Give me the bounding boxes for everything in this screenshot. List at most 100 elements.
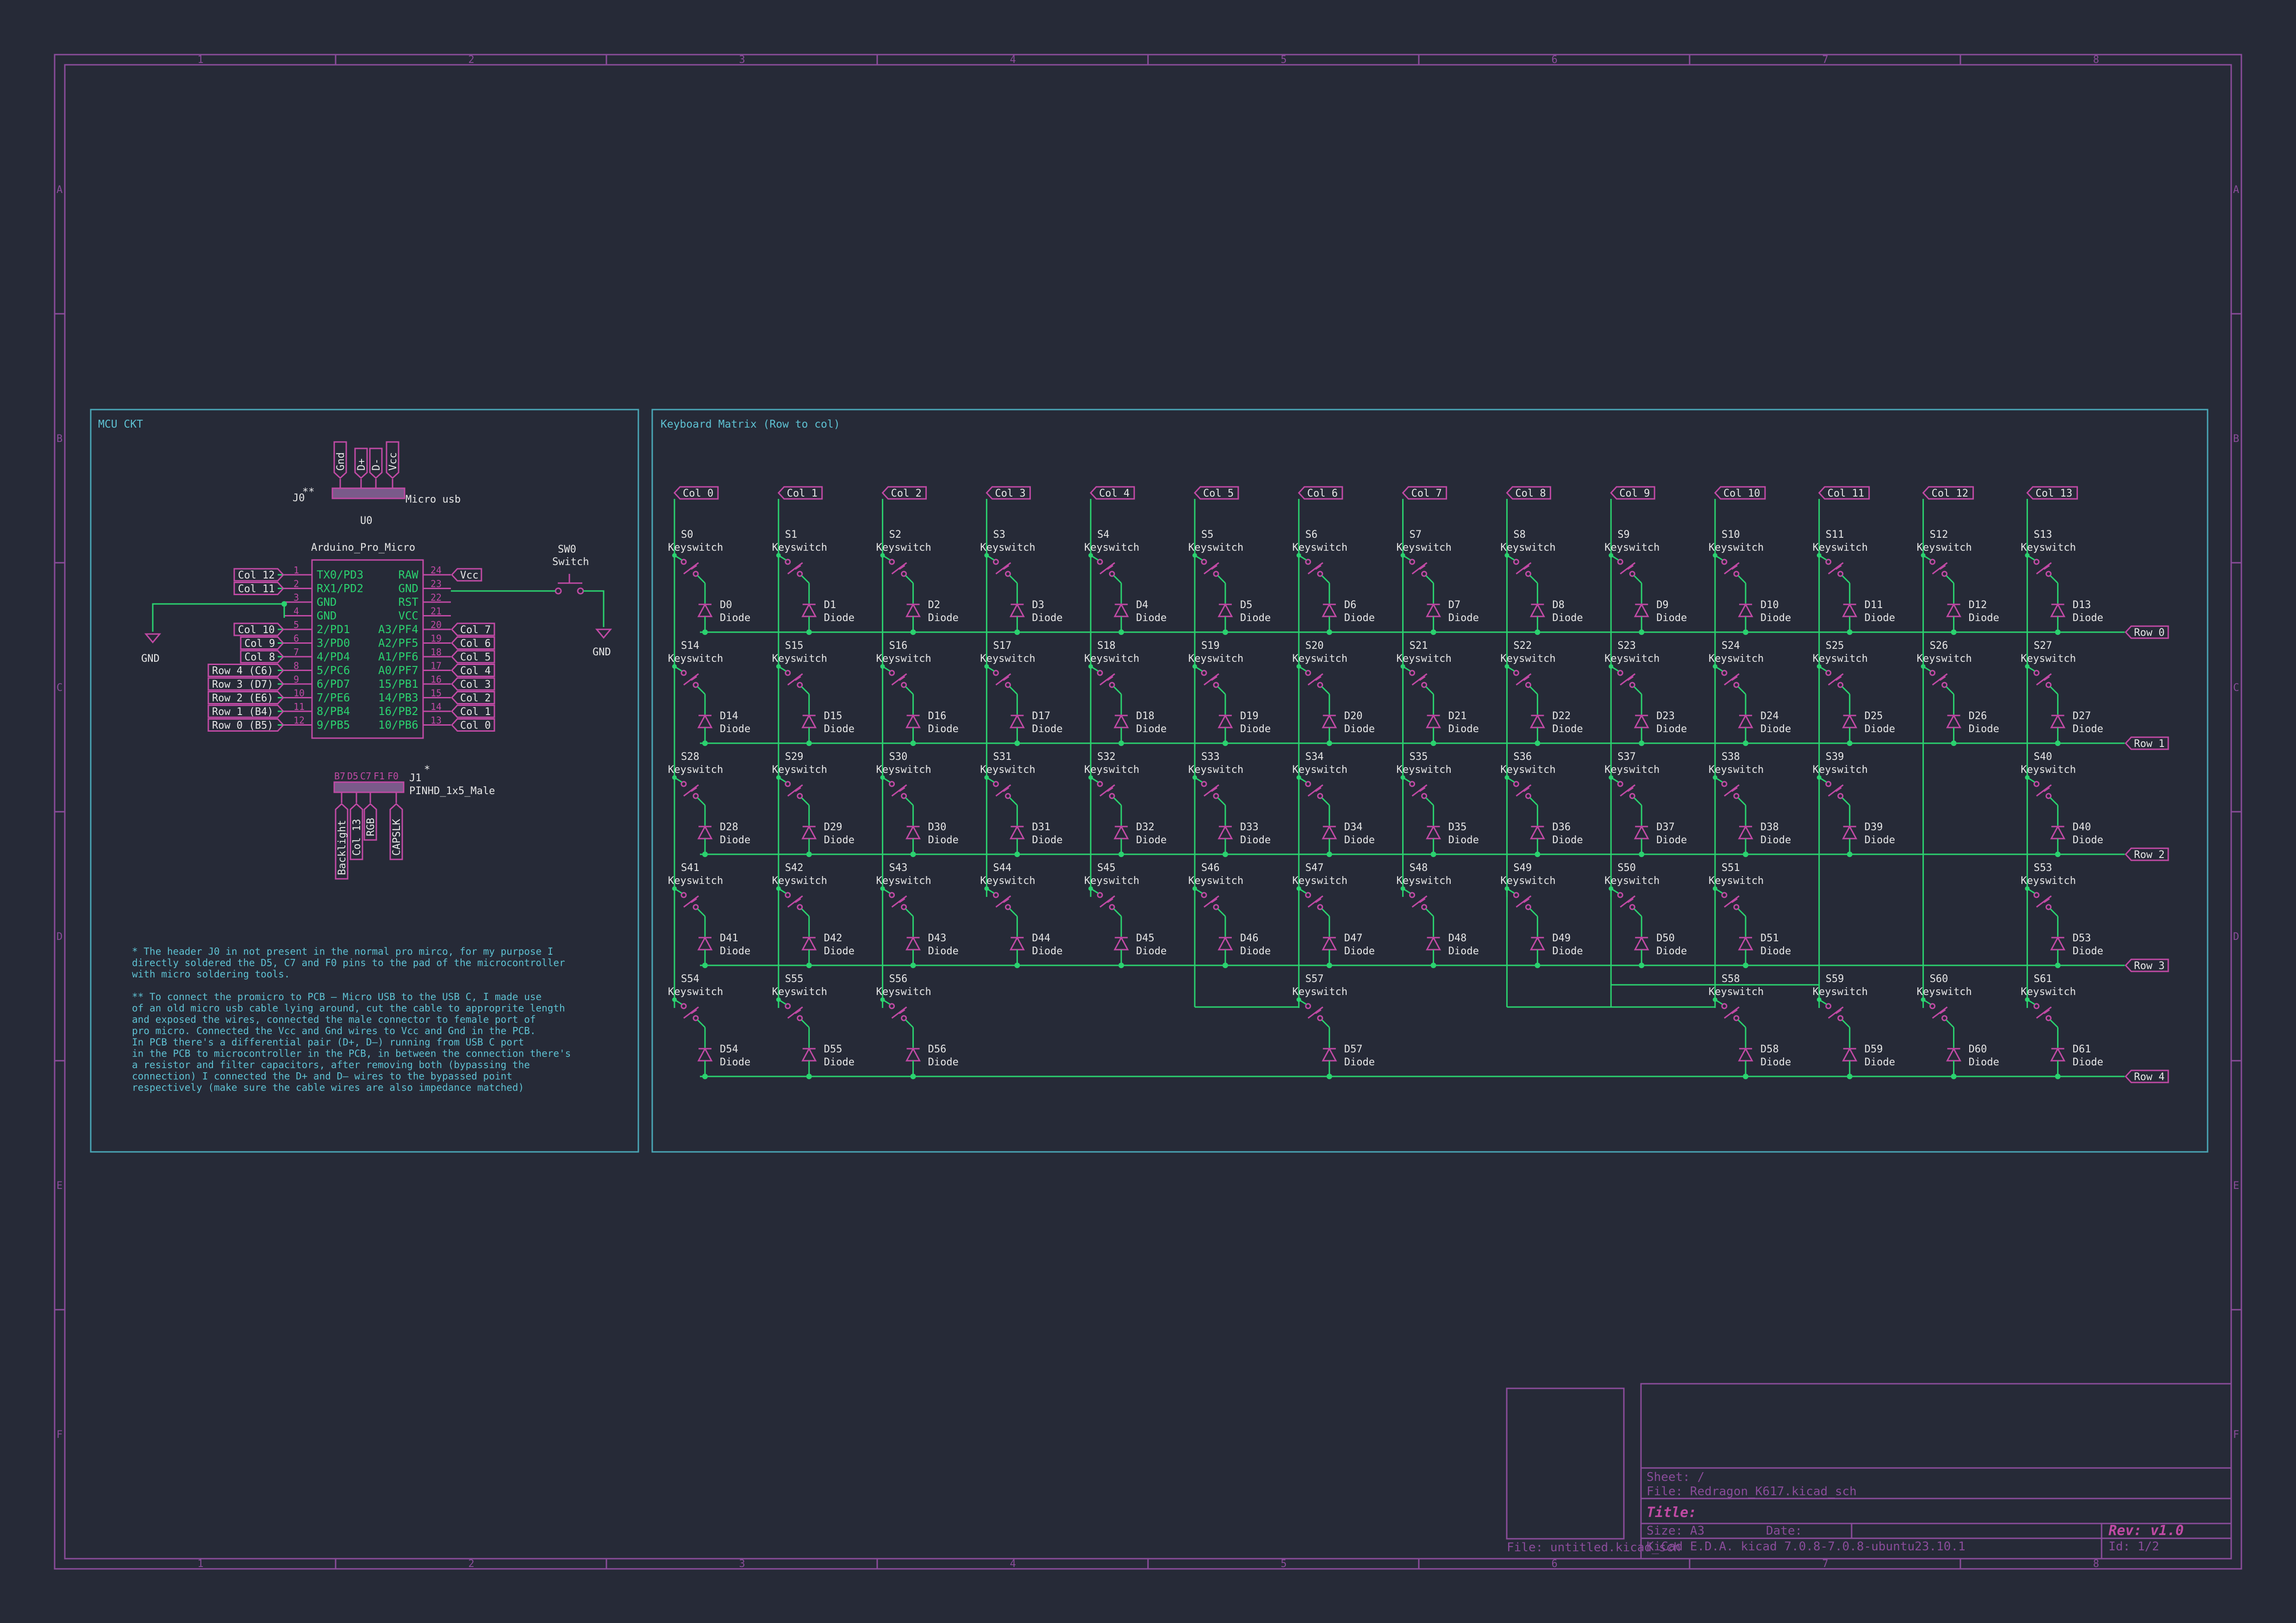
key-cell[interactable]: S53Keyswitch D53Diode [2021,862,2103,968]
key-cell[interactable]: S41Keyswitch D41Diode [668,862,750,968]
key-cell[interactable]: S36Keyswitch D36Diode [1500,751,1583,857]
key-cell[interactable]: S28Keyswitch D28Diode [668,751,750,857]
key-cell[interactable]: S61Keyswitch D61 Diode [2021,973,2103,1079]
switch-ref: S48 [1410,862,1428,874]
key-cell[interactable]: S16Keyswitch D16Diode [876,640,959,746]
key-cell[interactable]: S47Keyswitch D47Diode [1292,862,1375,968]
diode-symbol [1738,805,1753,857]
key-cell[interactable]: S27Keyswitch D27Diode [2021,640,2103,746]
key-cell[interactable]: S49Keyswitch D49Diode [1500,862,1583,968]
key-cell[interactable]: S35Keyswitch D35Diode [1397,751,1479,857]
key-cell[interactable]: S31Keyswitch D31Diode [980,751,1063,857]
j0-pin-label-text: D- [371,459,382,471]
diode-value: Diode [720,1057,750,1068]
key-cell[interactable]: S21Keyswitch D21Diode [1397,640,1479,746]
key-cell[interactable]: S57Keyswitch D57 Diode [1292,973,1375,1079]
diode-symbol [1529,916,1545,968]
key-cell[interactable]: S29Keyswitch D29Diode [772,751,855,857]
switch-ref: S18 [1097,640,1116,652]
key-cell[interactable]: S0Keyswitch D0Diode [668,529,750,635]
key-cell[interactable]: S44Keyswitch D44Diode [980,862,1063,968]
diode-symbol [801,805,817,857]
key-cell[interactable]: S22Keyswitch D22Diode [1500,640,1583,746]
u0-pin-name: A1/PF6 [378,650,418,663]
diode-value: Diode [2072,723,2103,735]
diode-value: Diode [1865,1057,1895,1068]
switch-value: Keyswitch [1084,653,1139,665]
key-cell[interactable]: S3Keyswitch D3Diode [980,529,1063,635]
key-cell[interactable]: S19Keyswitch D19Diode [1188,640,1271,746]
key-cell[interactable]: S58Keyswitch D58 Diode [1709,973,1791,1079]
u0-pin-name: 14/PB3 [378,691,418,704]
key-cell[interactable]: S10Keyswitch D10Diode [1709,529,1791,635]
switch-value: Keyswitch [772,653,827,665]
key-cell[interactable]: S12Keyswitch D12Diode [1917,529,1999,635]
sw0-switch[interactable]: SW0 Switch [552,544,589,595]
key-cell[interactable]: S43Keyswitch D43Diode [876,862,959,968]
diode-ref: D43 [928,933,947,944]
j1-ref: J1 [409,772,422,784]
key-cell[interactable]: S11Keyswitch D11Diode [1813,529,1895,635]
key-cell[interactable]: S51Keyswitch D51Diode [1709,862,1791,968]
key-cell[interactable]: S50Keyswitch D50Diode [1604,862,1687,968]
u0-pin-number: 9 [293,674,299,685]
keyswitch-symbol [1713,775,1747,806]
u0-arduino-pro-micro[interactable]: U0 Arduino_Pro_Micro 1 TX0/PD3Col 122 RX1/… [207,515,495,739]
diode-symbol [1322,1027,1337,1079]
key-cell[interactable]: S34Keyswitch D34Diode [1292,751,1375,857]
diode-symbol [1113,583,1129,635]
key-cell[interactable]: S13Keyswitch D13Diode [2021,529,2103,635]
key-cell[interactable]: S30Keyswitch D30Diode [876,751,959,857]
key-cell[interactable]: S48Keyswitch D48Diode [1397,862,1479,968]
key-cell[interactable]: S55Keyswitch D55 Diode [772,973,855,1079]
key-cell[interactable]: S18Keyswitch D18Diode [1084,640,1167,746]
key-cell[interactable]: S14Keyswitch D14Diode [668,640,750,746]
switch-value: Keyswitch [1709,875,1764,887]
j0-micro-usb-header[interactable]: Gnd D+ D- Vcc J0 ** Micro usb [293,441,461,505]
key-cell[interactable]: S32Keyswitch D32Diode [1084,751,1167,857]
net-label: Col 3 [450,677,495,691]
key-cell[interactable]: S25Keyswitch D25Diode [1813,640,1895,746]
key-cell[interactable]: S40Keyswitch D40Diode [2021,751,2103,857]
key-cell[interactable]: S8Keyswitch D8Diode [1500,529,1583,635]
key-cell[interactable]: S33Keyswitch D33Diode [1188,751,1271,857]
u0-pin-name: TX0/PD3 [317,568,363,581]
switch-value: Keyswitch [2021,986,2076,998]
key-cell[interactable]: S7Keyswitch D7Diode [1397,529,1479,635]
diode-value: Diode [824,1057,855,1068]
keyswitch-symbol [1088,775,1122,806]
key-cell[interactable]: S23Keyswitch D23Diode [1604,640,1687,746]
key-cell[interactable]: S17Keyswitch D17Diode [980,640,1063,746]
key-cell[interactable]: S4Keyswitch D4Diode [1084,529,1167,635]
key-cell[interactable]: S37Keyswitch D37Diode [1604,751,1687,857]
key-cell[interactable]: S20Keyswitch D20Diode [1292,640,1375,746]
key-cell[interactable]: S45Keyswitch D45Diode [1084,862,1167,968]
diode-symbol [697,916,713,968]
key-cell[interactable]: S6Keyswitch D6Diode [1292,529,1375,635]
key-cell[interactable]: S60Keyswitch D60 Diode [1917,973,1999,1079]
key-cell[interactable]: S42Keyswitch D42Diode [772,862,855,968]
diode-value: Diode [1969,723,1999,735]
key-cell[interactable]: S1Keyswitch D1Diode [772,529,855,635]
diode-symbol [697,1027,713,1079]
key-cell[interactable]: S59Keyswitch D59 Diode [1813,973,1895,1079]
key-cell[interactable]: S9Keyswitch D9Diode [1604,529,1687,635]
key-cell[interactable]: S38Keyswitch D38Diode [1709,751,1791,857]
key-cell[interactable]: S54Keyswitch D54 Diode [668,973,750,1079]
switch-ref: S46 [1201,862,1220,874]
key-cell[interactable]: S15Keyswitch D15Diode [772,640,855,746]
j1-body [333,781,405,793]
key-cell[interactable]: S2Keyswitch D2Diode [876,529,959,635]
key-cell[interactable]: S24Keyswitch D24Diode [1709,640,1791,746]
key-cell[interactable]: S46Keyswitch D46Diode [1188,862,1271,968]
key-cell[interactable]: S39Keyswitch D39Diode [1813,751,1895,857]
key-cell[interactable]: S26Keyswitch D26Diode [1917,640,1999,746]
keyswitch-symbol [1400,775,1434,806]
key-cell[interactable]: S56Keyswitch D56 Diode [876,973,959,1079]
u0-pin-number: 2 [293,578,299,590]
frame-col-number: 6 [1552,1558,1558,1570]
diode-ref: D25 [1865,710,1883,722]
diode-ref: D40 [2072,821,2091,833]
j1-pin-header[interactable]: B7 D5 C7 F1 F0Backlight Col 13 RGB CAPSLK J1 * … [333,764,495,880]
key-cell[interactable]: S5Keyswitch D5Diode [1188,529,1271,635]
